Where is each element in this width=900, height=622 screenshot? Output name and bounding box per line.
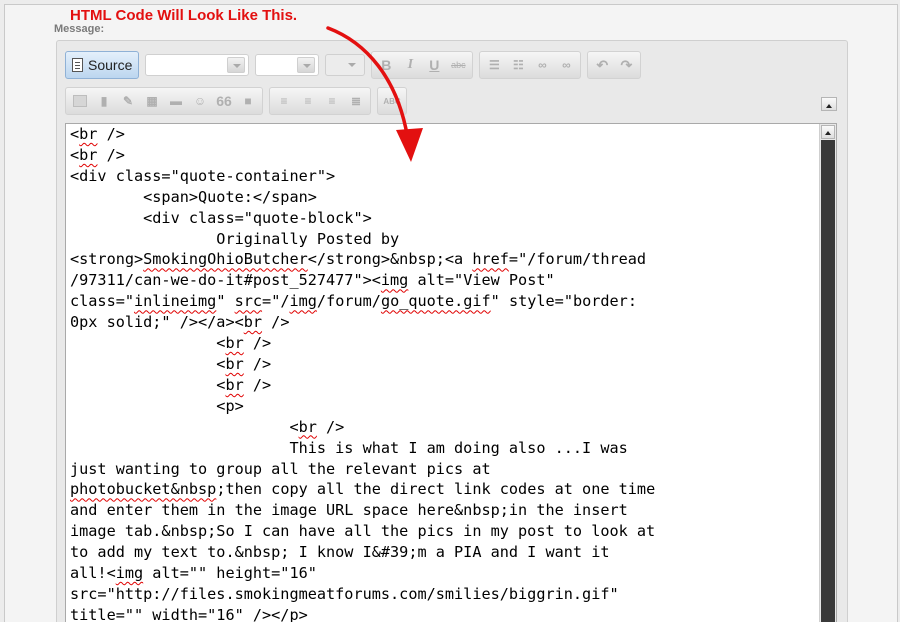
- code-line: 0px solid;" /></a><br />: [70, 313, 290, 332]
- code-line: /97311/can-we-do-it#post_527477"><img al…: [70, 271, 555, 290]
- code-line: src="http://files.smokingmeatforums.com/…: [70, 584, 619, 603]
- scroll-thumb[interactable]: [821, 140, 835, 622]
- font-size-select[interactable]: [255, 54, 320, 76]
- misspelled-word: img: [289, 292, 317, 311]
- textarea-scrollbar[interactable]: [819, 124, 836, 622]
- quote-icon[interactable]: 66: [213, 90, 235, 112]
- align-left-icon[interactable]: ≡: [273, 90, 295, 112]
- toolbar-row-2: ▮ ✎ ▦ ▬ ☺ 66 ■ ≡ ≡ ≡ ≣ ABC: [65, 87, 407, 115]
- chevron-down-icon: [297, 57, 316, 73]
- source-button[interactable]: Source: [65, 51, 140, 79]
- editor-scroll-up-button[interactable]: [821, 97, 837, 111]
- link-icon[interactable]: ∞: [531, 54, 553, 76]
- numbered-list-icon[interactable]: ☰: [483, 54, 505, 76]
- code-line: <div class="quote-block">: [70, 208, 372, 227]
- code-line: class="inlineimg" src="/img/forum/go_quo…: [70, 292, 637, 311]
- code-line: just wanting to group all the relevant p…: [70, 459, 491, 478]
- table-icon[interactable]: ▦: [141, 90, 163, 112]
- misspelled-word: src: [234, 292, 263, 311]
- text-color-select[interactable]: [325, 54, 366, 76]
- message-label: Message:: [54, 23, 105, 35]
- text-style-group: B I U abc: [371, 51, 474, 79]
- list-group: ☰ ☷ ∞ ∞: [479, 51, 582, 79]
- spellcheck-button[interactable]: ABC: [381, 90, 403, 112]
- underline-button[interactable]: U: [423, 54, 445, 76]
- image-icon[interactable]: [69, 90, 91, 112]
- code-line: title="" width="16" /></p>: [70, 605, 308, 622]
- scroll-up-arrow-icon[interactable]: [821, 125, 835, 139]
- chevron-down-icon: [343, 57, 361, 73]
- misspelled-word: br: [225, 375, 244, 394]
- html-source-text: <br /> <br /> <div class="quote-container"…: [70, 124, 822, 622]
- code-line: <br />: [70, 125, 125, 143]
- redo-icon[interactable]: ↷: [615, 54, 637, 76]
- misspelled-word: br: [243, 313, 263, 332]
- code-line: Originally Posted by: [70, 229, 400, 248]
- align-center-icon[interactable]: ≡: [297, 90, 319, 112]
- misspelled-word: br: [79, 145, 98, 164]
- italic-button[interactable]: I: [399, 54, 421, 76]
- misspelled-word: photobucket&nbsp: [70, 480, 217, 499]
- source-textarea[interactable]: <br /> <br /> <div class="quote-container"…: [65, 123, 837, 622]
- code-line: <br />: [70, 354, 272, 373]
- misspelled-word: br: [298, 417, 317, 436]
- code-line: <br />: [70, 375, 272, 394]
- misspelled-word: SmokingOhioButcher: [143, 250, 308, 269]
- format-select[interactable]: [145, 54, 250, 76]
- code-line: <p>: [70, 396, 244, 415]
- code-line: <div class="quote-container">: [70, 166, 336, 185]
- code-line: <strong>SmokingOhioButcher</strong>&nbsp…: [70, 250, 647, 269]
- strikethrough-button[interactable]: abc: [447, 54, 469, 76]
- annotation-caption: HTML Code Will Look Like This.: [70, 7, 298, 24]
- bulleted-list-icon[interactable]: ☷: [507, 54, 529, 76]
- chevron-down-icon: [227, 57, 246, 73]
- smiley-icon[interactable]: ☺: [189, 90, 211, 112]
- code-line: image tab.&nbsp;So I can have all the pi…: [70, 522, 656, 541]
- horizontal-rule-icon[interactable]: ▬: [165, 90, 187, 112]
- bold-button[interactable]: B: [375, 54, 397, 76]
- comment-icon[interactable]: ■: [237, 90, 259, 112]
- code-line: all!<img alt="" height="16": [70, 564, 317, 583]
- toolbar-row-1: Source B I U abc ☰ ☷ ∞ ∞ ↶ ↷: [65, 51, 642, 79]
- align-justify-icon[interactable]: ≣: [345, 90, 367, 112]
- spellcheck-group: ABC: [377, 87, 407, 115]
- misspelled-word: img: [380, 271, 409, 290]
- misspelled-word: href: [472, 250, 509, 269]
- insert-group: ▮ ✎ ▦ ▬ ☺ 66 ■: [65, 87, 263, 115]
- code-line: to add my text to.&nbsp; I know I&#39;m …: [70, 543, 610, 562]
- misspelled-word: br: [225, 334, 244, 353]
- unlink-icon[interactable]: ∞: [555, 54, 577, 76]
- history-group: ↶ ↷: [587, 51, 642, 79]
- code-line: <br />: [70, 417, 345, 436]
- misspelled-word: img: [115, 564, 144, 583]
- code-line: <br />: [70, 145, 125, 164]
- misspelled-word: br: [225, 354, 244, 373]
- code-line: and enter them in the image URL space he…: [70, 501, 628, 520]
- align-group: ≡ ≡ ≡ ≣: [269, 87, 371, 115]
- code-line: <span>Quote:</span>: [70, 187, 317, 206]
- code-line: This is what I am doing also ...I was: [70, 438, 628, 457]
- misspelled-word: go_quote.gif: [380, 292, 491, 311]
- source-button-label: Source: [88, 57, 133, 73]
- misspelled-word: inlineimg: [134, 292, 217, 311]
- misspelled-word: br: [79, 125, 98, 143]
- attach-icon[interactable]: ✎: [117, 90, 139, 112]
- source-icon: [72, 58, 83, 72]
- media-icon[interactable]: ▮: [93, 90, 115, 112]
- code-line: <br />: [70, 334, 272, 353]
- undo-icon[interactable]: ↶: [591, 54, 613, 76]
- align-right-icon[interactable]: ≡: [321, 90, 343, 112]
- code-line: photobucket&nbsp;then copy all the direc…: [70, 480, 656, 499]
- rich-text-editor: Source B I U abc ☰ ☷ ∞ ∞ ↶ ↷ ▮ ✎ ▦ ▬ ☺ 6…: [56, 40, 848, 622]
